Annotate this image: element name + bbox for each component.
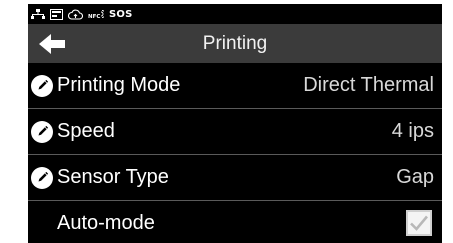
setting-value: Gap [396,166,434,188]
pencil-icon [31,121,53,143]
checkmark-icon [410,215,428,231]
setting-label: Sensor Type [57,166,169,188]
status-bar: NFC SOS [28,4,442,24]
sos-indicator: SOS [109,8,133,20]
setting-label: Speed [57,120,115,142]
auto-mode-checkbox[interactable] [406,210,432,236]
device-screen: NFC SOS Printing Printing Mode Direct Th… [28,4,442,243]
setting-printing-mode[interactable]: Printing Mode Direct Thermal [28,63,442,109]
nfc-icon: NFC [88,9,104,20]
setting-value: 4 ips [391,120,434,142]
network-icon [31,8,45,20]
pencil-icon [31,167,53,189]
setting-label: Printing Mode [57,74,181,96]
page-title: Printing [202,33,268,54]
svg-text:NFC: NFC [88,14,100,20]
setting-auto-mode[interactable]: Auto-mode [28,201,442,243]
title-bar: Printing [28,24,442,63]
setting-value: Direct Thermal [303,74,434,96]
setting-sensor-type[interactable]: Sensor Type Gap [28,155,442,201]
card-icon [50,8,63,20]
settings-list: Printing Mode Direct Thermal Speed 4 ips… [28,63,442,243]
setting-label: Auto-mode [57,212,155,234]
cloud-upload-icon [68,9,83,20]
setting-speed[interactable]: Speed 4 ips [28,109,442,155]
pencil-icon [31,75,53,97]
